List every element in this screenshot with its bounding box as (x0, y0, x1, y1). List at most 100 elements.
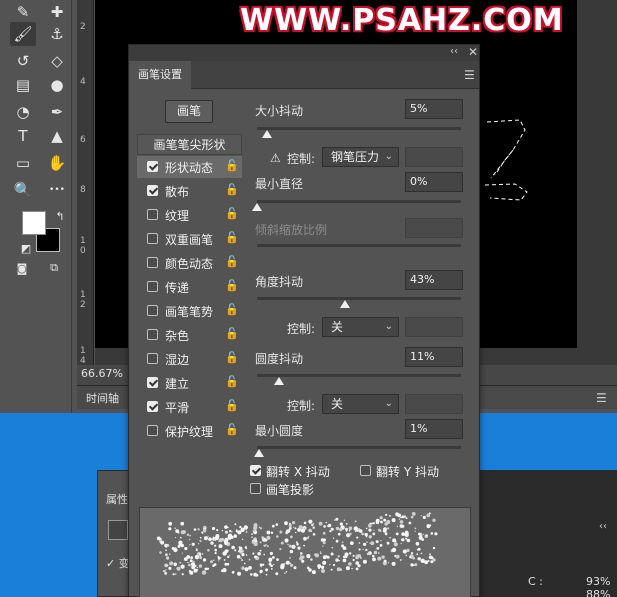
min-diameter-value[interactable]: 0% (405, 172, 463, 192)
control-select-3[interactable]: 关 ⌄ (322, 394, 399, 414)
lock-icon[interactable]: 🔓 (225, 183, 239, 196)
brush-option-checkbox[interactable] (147, 185, 158, 196)
roundness-jitter-value[interactable]: 11% (405, 347, 463, 367)
brush-option-row[interactable]: 湿边 🔓 (137, 348, 242, 370)
min-diameter-knob[interactable] (252, 203, 262, 211)
flip-x-checkbox[interactable] (250, 465, 261, 476)
zoom-icon[interactable]: 🔍 (10, 178, 36, 202)
brush-option-row[interactable]: 杂色 🔓 (137, 324, 242, 346)
panel-menu-icon[interactable]: ☰ (464, 68, 475, 82)
min-roundness-slider[interactable] (257, 446, 461, 449)
brush-projection-checkbox[interactable] (250, 483, 261, 494)
min-roundness-value[interactable]: 1% (405, 419, 463, 439)
brush-option-checkbox[interactable] (147, 425, 158, 436)
min-roundness-knob[interactable] (254, 449, 265, 457)
brush-tip-shape-item[interactable]: 画笔笔尖形状 (137, 134, 242, 155)
size-jitter-slider[interactable] (257, 127, 461, 130)
lock-icon[interactable]: 🔓 (225, 399, 239, 412)
pen-icon[interactable]: ✒ (44, 100, 70, 124)
lock-icon[interactable]: 🔓 (225, 423, 239, 436)
lock-icon[interactable]: 🔓 (225, 327, 239, 340)
angle-jitter-knob[interactable] (339, 300, 350, 308)
min-diameter-slider[interactable] (257, 200, 461, 203)
brush-option-row[interactable]: 传递 🔓 (137, 276, 242, 298)
rectangle-icon[interactable]: ▭ (10, 151, 36, 175)
brush-option-checkbox[interactable] (147, 209, 158, 220)
dodge-icon[interactable]: ◔ (10, 100, 36, 124)
lock-icon[interactable]: 🔓 (225, 231, 239, 244)
angle-jitter-value[interactable]: 43% (405, 270, 463, 290)
timeline-menu-icon[interactable]: ☰ (596, 391, 607, 405)
brush-option-label[interactable]: 散布 (165, 183, 189, 200)
brush-option-label[interactable]: 传递 (165, 279, 189, 296)
brush-option-label[interactable]: 纹理 (165, 207, 189, 224)
brush-icon[interactable]: 🖌 (10, 22, 36, 46)
angle-jitter-slider[interactable] (257, 297, 461, 300)
brush-option-row[interactable]: 颜色动态 🔓 (137, 252, 242, 274)
roundness-jitter-knob[interactable] (274, 377, 285, 385)
roundness-jitter-slider[interactable] (257, 374, 461, 377)
brush-option-row[interactable]: 建立 🔓 (137, 372, 242, 394)
brush-option-checkbox[interactable] (147, 377, 158, 388)
hand-icon[interactable]: ✋ (44, 151, 70, 175)
brush-option-checkbox[interactable] (147, 281, 158, 292)
flip-x-label[interactable]: 翻转 X 抖动 (266, 463, 330, 480)
lock-icon[interactable]: 🔓 (225, 279, 239, 292)
brush-option-row[interactable]: 双重画笔 🔓 (137, 228, 242, 250)
control-select-1[interactable]: 钢笔压力 ⌄ (322, 147, 399, 167)
eyedropper-icon[interactable]: ✎ (10, 0, 36, 24)
brush-option-label[interactable]: 湿边 (165, 351, 189, 368)
brush-option-checkbox[interactable] (147, 305, 158, 316)
brush-option-row[interactable]: 画笔笔势 🔓 (137, 300, 242, 322)
default-colors-icon[interactable]: ◩ (18, 240, 34, 256)
size-jitter-value[interactable]: 5% (405, 99, 463, 119)
brush-option-checkbox[interactable] (147, 353, 158, 364)
brush-option-checkbox[interactable] (147, 329, 158, 340)
brush-option-checkbox[interactable] (147, 257, 158, 268)
stamp-icon[interactable]: ⚓ (44, 22, 70, 46)
brush-option-row[interactable]: 纹理 🔓 (137, 204, 242, 226)
lock-icon[interactable]: 🔓 (225, 351, 239, 364)
brush-option-checkbox[interactable] (147, 401, 158, 412)
lock-icon[interactable]: 🔓 (225, 303, 239, 316)
more-icon[interactable]: ••• (44, 178, 70, 202)
properties-transform-label[interactable]: ✓ 变 (106, 555, 130, 571)
panel-title-bar[interactable] (129, 45, 479, 61)
lock-icon[interactable]: 🔓 (225, 159, 239, 172)
brush-option-checkbox[interactable] (147, 161, 158, 172)
brush-option-row[interactable]: 散布 🔓 (137, 180, 242, 202)
lock-icon[interactable]: 🔓 (225, 207, 239, 220)
zoom-level[interactable]: 66.67% (81, 367, 123, 380)
brush-option-label[interactable]: 平滑 (165, 399, 189, 416)
screen-mode-icon[interactable]: ⧉ (46, 260, 62, 276)
eraser-icon[interactable]: ◇ (44, 49, 70, 73)
path-select-icon[interactable]: ▲ (44, 124, 70, 148)
brush-option-label[interactable]: 颜色动态 (165, 255, 213, 272)
control-select-2[interactable]: 关 ⌄ (322, 317, 399, 337)
bandage-icon[interactable]: ✚ (44, 0, 70, 24)
brush-option-row[interactable]: 平滑 🔓 (137, 396, 242, 418)
brush-option-row[interactable]: 形状动态 🔓 (137, 156, 242, 178)
close-icon[interactable]: ✕ (468, 45, 478, 59)
brush-option-label[interactable]: 杂色 (165, 327, 189, 344)
history-brush-icon[interactable]: ↺ (10, 49, 36, 73)
lock-icon[interactable]: 🔓 (225, 255, 239, 268)
brush-option-label[interactable]: 双重画笔 (165, 231, 213, 248)
brush-option-label[interactable]: 形状动态 (165, 159, 213, 176)
brush-option-label[interactable]: 建立 (165, 375, 189, 392)
tab-brush-settings[interactable]: 画笔设置 (129, 61, 191, 89)
timeline-label[interactable]: 时间轴 (86, 390, 119, 406)
drop-icon[interactable]: ● (44, 73, 70, 97)
brush-option-checkbox[interactable] (147, 233, 158, 244)
type-icon[interactable]: T (10, 124, 36, 148)
brush-option-label[interactable]: 画笔笔势 (165, 303, 213, 320)
lock-icon[interactable]: 🔓 (225, 375, 239, 388)
flip-y-label[interactable]: 翻转 Y 抖动 (376, 463, 439, 480)
flip-y-checkbox[interactable] (360, 465, 371, 476)
brush-projection-label[interactable]: 画笔投影 (266, 481, 314, 498)
brush-presets-button[interactable]: 画笔 (165, 100, 213, 123)
quick-mask-icon[interactable]: ◙ (14, 260, 30, 276)
gradient-icon[interactable]: ▤ (10, 73, 36, 97)
properties-label[interactable]: 属性 (106, 491, 128, 507)
collapse-icon[interactable]: ‹‹ (450, 46, 458, 57)
